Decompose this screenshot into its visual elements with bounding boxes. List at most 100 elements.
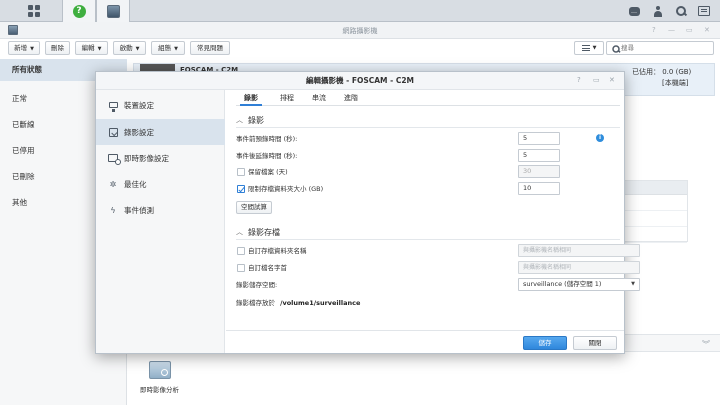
keep-files-label: 保留檔案 (天) — [248, 168, 288, 176]
widgets-icon — [698, 6, 710, 16]
live-analytics-icon[interactable] — [149, 361, 171, 379]
dialog-sidebar-label: 即時影像設定 — [124, 153, 169, 163]
dialog-footer: 儲存 關閉 — [226, 330, 624, 353]
dialog-sidebar-label: 錄影設定 — [124, 127, 154, 137]
chevron-down-icon: ▼ — [631, 281, 635, 287]
camera-location: [本機端] — [662, 79, 689, 87]
dialog-sidebar-label: 事件偵測 — [124, 205, 154, 215]
edit-camera-dialog: 編輯攝影機 - FOSCAM - C2M ? ▭ ✕ 裝置設定 錄影設定 即時影… — [95, 71, 640, 354]
optimization-icon: ✲ — [109, 179, 117, 189]
dialog-sidebar-item-live-view[interactable]: 即時影像設定 — [96, 145, 225, 171]
main-menu-icon — [28, 5, 40, 17]
config-button[interactable]: 組態 ▼ — [151, 41, 185, 55]
tab-recording[interactable]: 錄影 — [240, 90, 262, 106]
storage-path: 錄影檔存放於 /volume1/surveillance — [236, 297, 360, 307]
taskbar-help-app[interactable]: ? — [62, 0, 96, 22]
storage-label: 錄影儲存空間: — [236, 281, 278, 289]
close-button[interactable]: 關閉 — [573, 336, 617, 350]
dialog-content: 錄影 排程 串流 進階 ︿ 錄影 事件前預錄時間 (秒): 5 i 事件後延錄時… — [226, 90, 640, 353]
device-settings-icon — [108, 100, 118, 112]
user-button[interactable] — [651, 4, 665, 18]
dialog-close-icon[interactable]: ✕ — [609, 76, 615, 84]
custom-prefix-input[interactable]: 與攝影機名稱相同 — [518, 261, 640, 274]
dialog-sidebar-label: 最佳化 — [124, 179, 147, 189]
search-box[interactable] — [606, 41, 714, 55]
view-mode-button[interactable]: ▼ — [574, 41, 604, 55]
config-button-label: 組態 — [158, 44, 172, 52]
custom-prefix-label: 自訂檔名字首 — [248, 264, 287, 272]
dialog-help-icon[interactable]: ? — [577, 76, 581, 84]
edit-button[interactable]: 編輯 ▼ — [75, 41, 108, 55]
chevron-down-icon: ▼ — [135, 46, 140, 52]
help-window-icon[interactable]: ? — [652, 26, 656, 34]
help-icon: ? — [72, 4, 86, 18]
taskbar: ? … — [0, 0, 720, 22]
delete-button[interactable]: 刪除 — [45, 41, 70, 55]
archive-section-title: 錄影存檔 — [248, 227, 280, 237]
search-input[interactable] — [621, 43, 711, 53]
close-window-icon[interactable]: ✕ — [704, 26, 710, 34]
chevron-up-icon: ︿ — [236, 228, 243, 236]
archive-section-header[interactable]: ︿ 錄影存檔 — [236, 226, 280, 238]
keep-files-checkbox[interactable] — [237, 168, 245, 176]
chat-icon: … — [628, 6, 640, 16]
limit-size-input[interactable]: 10 — [518, 182, 560, 195]
dialog-sidebar: 裝置設定 錄影設定 即時影像設定 ✲ 最佳化 ϟ 事件偵測 — [96, 90, 225, 353]
app-title: 網路攝影機 — [342, 27, 378, 35]
pre-event-input[interactable]: 5 — [518, 132, 560, 145]
background-table — [624, 180, 688, 243]
estimate-space-button[interactable]: 空間試算 — [236, 201, 272, 214]
enable-button-label: 啟動 — [119, 44, 133, 52]
main-menu-button[interactable] — [17, 0, 51, 22]
tab-schedule[interactable]: 排程 — [276, 90, 298, 106]
chevron-down-icon: ▼ — [174, 46, 178, 52]
enable-button[interactable]: 啟動 ▼ — [113, 41, 146, 55]
post-event-input[interactable]: 5 — [518, 149, 560, 162]
section-divider — [236, 239, 620, 240]
dialog-maximize-icon[interactable]: ▭ — [593, 76, 600, 84]
chevron-up-icon: ︿ — [236, 116, 243, 124]
faq-button[interactable]: 常見問題 — [190, 41, 230, 55]
maximize-window-icon[interactable]: ▭ — [686, 26, 693, 34]
dialog-sidebar-item-recording[interactable]: 錄影設定 — [96, 119, 225, 145]
custom-prefix-checkbox[interactable] — [237, 264, 245, 272]
limit-size-label: 限制存檔資料夾大小 (GB) — [248, 185, 324, 193]
keep-files-input[interactable]: 30 — [518, 165, 560, 178]
surveillance-app-icon — [106, 4, 120, 18]
taskbar-surveillance-app[interactable] — [96, 0, 130, 22]
tab-stream[interactable]: 串流 — [308, 90, 330, 106]
list-view-icon — [581, 45, 590, 51]
chevron-down-icon: ▼ — [30, 46, 34, 52]
dialog-sidebar-label: 裝置設定 — [124, 100, 154, 110]
search-icon — [676, 6, 686, 16]
faq-button-label: 常見問題 — [197, 44, 223, 52]
collapse-panel-icon[interactable]: ︾ — [702, 339, 710, 350]
live-view-settings-icon — [108, 153, 121, 165]
section-divider — [236, 127, 620, 128]
dialog-sidebar-item-device[interactable]: 裝置設定 — [96, 92, 225, 118]
global-search-button[interactable] — [674, 4, 688, 18]
save-button[interactable]: 儲存 — [523, 336, 567, 350]
dialog-sidebar-item-event-detection[interactable]: ϟ 事件偵測 — [96, 197, 225, 223]
tab-advanced[interactable]: 進階 — [340, 90, 362, 106]
recording-section-title: 錄影 — [248, 115, 264, 125]
live-analytics-label[interactable]: 即時影像分析 — [140, 384, 179, 394]
search-icon — [612, 45, 620, 53]
event-detection-icon: ϟ — [110, 205, 116, 215]
minimize-window-icon[interactable]: — — [668, 26, 675, 34]
chevron-down-icon: ▼ — [97, 46, 102, 52]
new-button[interactable]: 新增 ▼ — [8, 41, 40, 55]
limit-size-checkbox[interactable] — [237, 185, 245, 193]
info-icon[interactable]: i — [596, 134, 604, 142]
notifications-button[interactable]: … — [627, 4, 641, 18]
custom-folder-checkbox[interactable] — [237, 247, 245, 255]
widgets-button[interactable] — [697, 4, 711, 18]
storage-select[interactable]: surveillance (儲存空間 1) ▼ — [518, 278, 640, 291]
user-icon — [653, 5, 663, 17]
app-toolbar: 新增 ▼ 刪除 編輯 ▼ 啟動 ▼ 組態 ▼ 常見問題 ▼ — [0, 39, 720, 57]
new-button-label: 新增 — [14, 44, 28, 52]
dialog-sidebar-item-optimization[interactable]: ✲ 最佳化 — [96, 171, 225, 197]
pre-event-label: 事件前預錄時間 (秒): — [236, 135, 298, 143]
custom-folder-input[interactable]: 與攝影機名稱相同 — [518, 244, 640, 257]
recording-section-header[interactable]: ︿ 錄影 — [236, 114, 264, 126]
